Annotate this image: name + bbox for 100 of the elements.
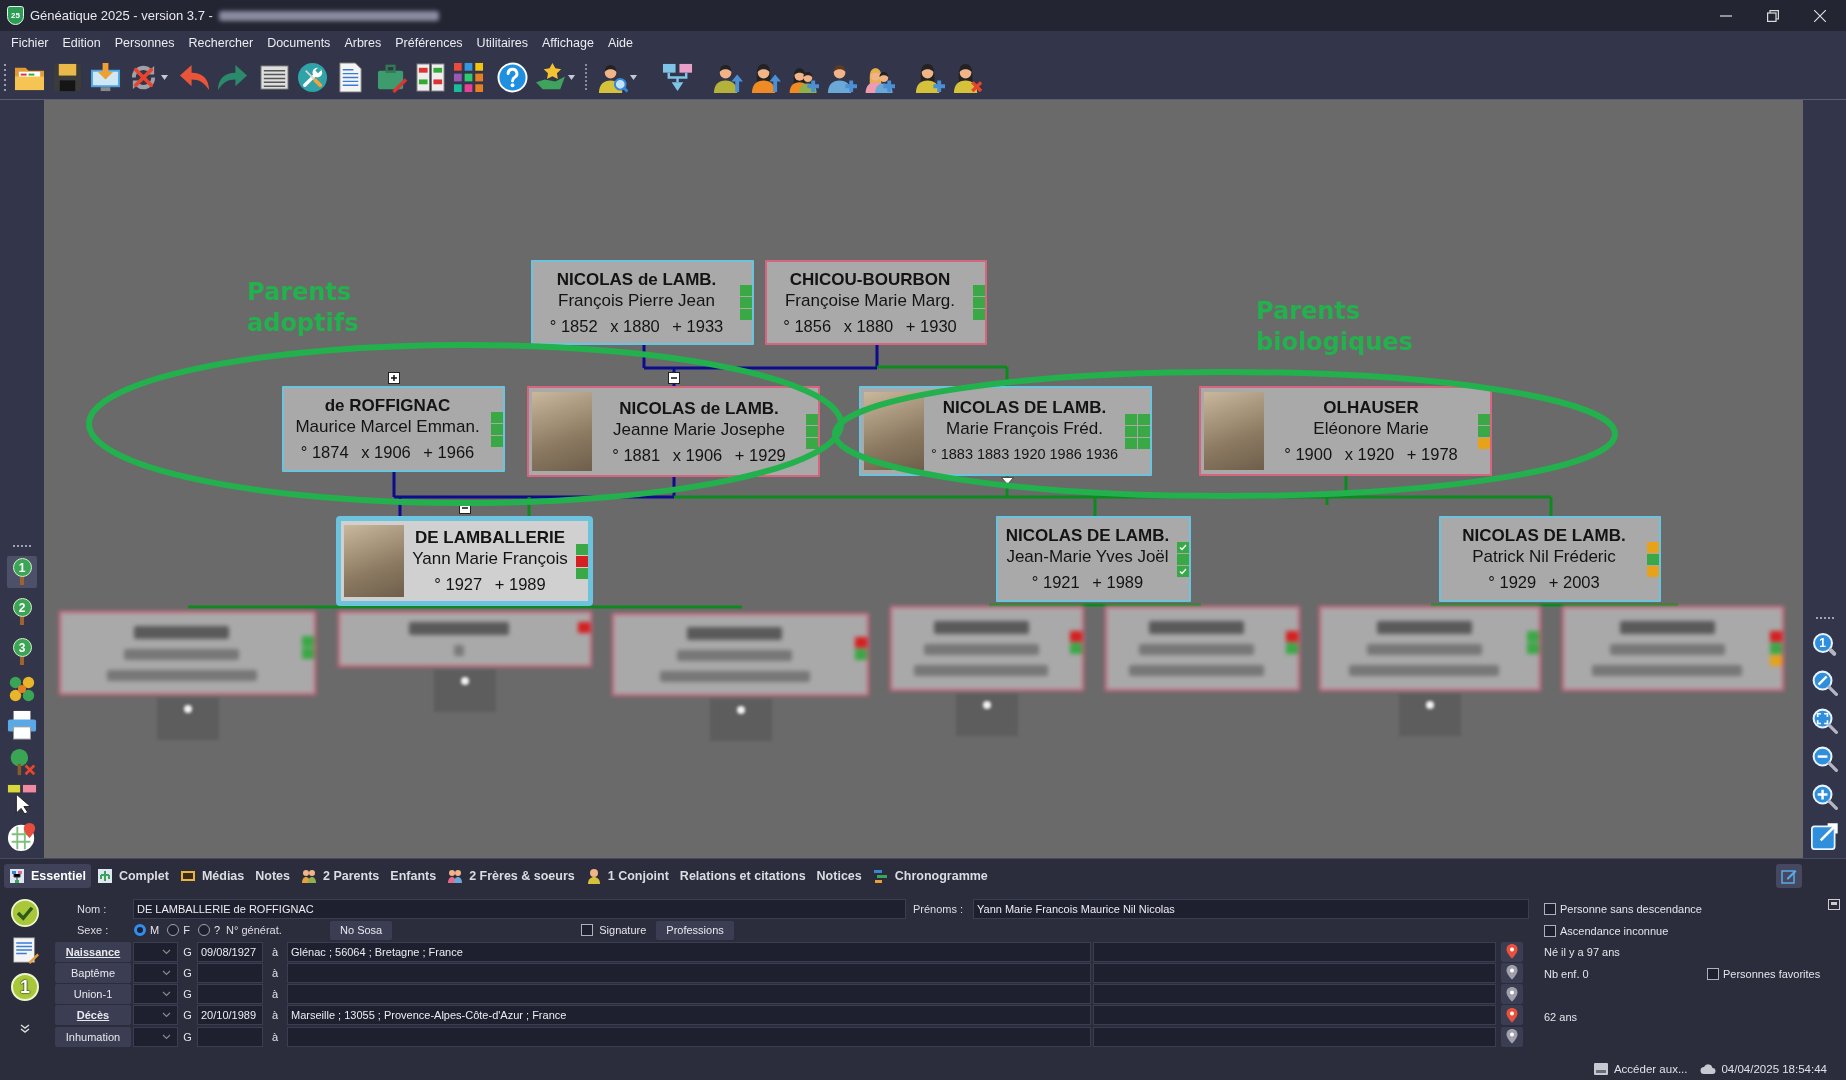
place-field[interactable] bbox=[287, 984, 1091, 1005]
person-card[interactable]: NICOLAS DE LAMB. Marie François Fréd. ° 1883 1883 1920 1986 1936 bbox=[859, 386, 1152, 476]
hierarchy-icon[interactable] bbox=[662, 61, 693, 93]
event-button[interactable]: Union-1 bbox=[55, 984, 131, 1005]
event-button[interactable]: Décès bbox=[55, 1005, 131, 1026]
person-card[interactable] bbox=[59, 611, 316, 695]
text-field[interactable] bbox=[1093, 984, 1496, 1005]
woman-add-icon[interactable] bbox=[914, 61, 945, 93]
plus-icon[interactable] bbox=[388, 372, 400, 384]
map-pin-button[interactable] bbox=[1501, 962, 1523, 983]
place-field[interactable]: Glénac ; 56064 ; Bretagne ; France bbox=[287, 941, 1091, 962]
minus-icon[interactable] bbox=[668, 372, 680, 384]
date-field[interactable] bbox=[197, 1026, 263, 1047]
check-circle-icon[interactable] bbox=[11, 899, 39, 927]
person-card[interactable] bbox=[1105, 606, 1300, 691]
dropdown-field[interactable] bbox=[133, 1026, 178, 1047]
person-card[interactable]: DE LAMBALLERIE Yann Marie François ° 1927 + 1989 bbox=[336, 516, 593, 606]
export-icon[interactable] bbox=[1810, 822, 1839, 850]
place-field[interactable] bbox=[287, 1026, 1091, 1047]
help-icon[interactable] bbox=[497, 61, 528, 93]
event-button[interactable]: Baptême bbox=[55, 962, 131, 983]
menu-item[interactable]: Rechercher bbox=[184, 36, 258, 50]
color-grid-icon[interactable] bbox=[453, 61, 484, 93]
tab[interactable]: Médias bbox=[174, 863, 250, 888]
tab[interactable]: Complet bbox=[91, 863, 174, 888]
surname-field[interactable]: DE LAMBALLERIE de ROFFIGNAC bbox=[133, 899, 906, 919]
cursor-boxes-icon[interactable] bbox=[7, 784, 37, 814]
person-card[interactable] bbox=[1319, 606, 1541, 691]
document-icon[interactable] bbox=[11, 936, 39, 964]
panel-icon[interactable] bbox=[1828, 899, 1840, 910]
chevrons-down-icon[interactable] bbox=[20, 1024, 30, 1034]
radio-button[interactable] bbox=[197, 924, 210, 937]
tab[interactable]: 1 Conjoint bbox=[580, 863, 674, 888]
checkbox[interactable] bbox=[1544, 903, 1556, 915]
menu-item[interactable]: Affichage bbox=[538, 36, 598, 50]
fit-to-screen-icon[interactable] bbox=[1811, 708, 1838, 734]
tab[interactable]: Chronogramme bbox=[867, 863, 993, 888]
wrench-screwdriver-icon[interactable] bbox=[297, 61, 328, 93]
edit-button[interactable] bbox=[1776, 863, 1802, 888]
person-card[interactable]: NICOLAS DE LAMB. Jean-Marie Yves Joël ° 1921 + 1989 bbox=[996, 516, 1191, 602]
person-card[interactable]: de ROFFIGNAC Maurice Marcel Emman. ° 1874 x 1906 + 1966 bbox=[282, 386, 505, 472]
save-icon[interactable] bbox=[52, 61, 83, 93]
dropdown-field[interactable] bbox=[133, 962, 178, 983]
person-card[interactable] bbox=[890, 606, 1084, 691]
text-field[interactable] bbox=[1093, 1026, 1496, 1047]
person-card[interactable]: OLHAUSER Eléonore Marie ° 1900 x 1920 + 1978 bbox=[1199, 386, 1492, 476]
woman-up-icon[interactable] bbox=[750, 61, 781, 93]
person-card[interactable] bbox=[338, 611, 592, 667]
tab[interactable]: Relations et citations bbox=[674, 863, 811, 888]
tab[interactable]: Enfants bbox=[385, 863, 442, 888]
map-pin-button[interactable] bbox=[1501, 984, 1523, 1005]
menu-item[interactable]: Arbres bbox=[340, 36, 386, 50]
person-card[interactable]: NICOLAS de LAMB. Jeanne Marie Josephe ° 1881 x 1906 + 1929 bbox=[527, 386, 820, 477]
text-field[interactable] bbox=[1093, 1005, 1496, 1026]
checkbox[interactable] bbox=[1544, 924, 1556, 937]
professions-button[interactable]: Professions bbox=[656, 920, 734, 940]
tab[interactable]: Notices bbox=[811, 863, 867, 888]
checkbox[interactable] bbox=[581, 924, 594, 937]
dropdown-field[interactable] bbox=[133, 1005, 178, 1026]
menu-item[interactable]: Préférences bbox=[391, 36, 467, 50]
event-button[interactable]: Naissance bbox=[55, 941, 131, 962]
place-field[interactable]: Marseille ; 13055 ; Provence-Alpes-Côte-d'Azur ; France bbox=[287, 1005, 1091, 1026]
date-field[interactable] bbox=[197, 962, 263, 983]
date-field[interactable]: 09/08/1927 bbox=[197, 941, 263, 962]
menu-item[interactable]: Utilitaires bbox=[472, 36, 532, 50]
text-field[interactable] bbox=[1093, 941, 1496, 962]
zoom-fit-icon[interactable] bbox=[1811, 670, 1838, 696]
dropdown-field[interactable] bbox=[133, 984, 178, 1005]
menu-item[interactable]: Fichier bbox=[7, 36, 53, 50]
text-field[interactable] bbox=[1093, 962, 1496, 983]
menu-item[interactable]: Edition bbox=[58, 36, 105, 50]
chart-document-icon[interactable] bbox=[415, 61, 446, 93]
zoom-in-icon[interactable] bbox=[1811, 784, 1838, 810]
event-button[interactable]: Inhumation bbox=[55, 1026, 131, 1047]
status-link[interactable]: Accéder aux... bbox=[1613, 1063, 1688, 1075]
woman-remove-icon[interactable] bbox=[952, 61, 983, 93]
caret-down-icon[interactable] bbox=[568, 74, 575, 80]
sosa-button[interactable]: No Sosa bbox=[330, 920, 393, 940]
map-pin-button[interactable] bbox=[1501, 941, 1523, 962]
caret-down-icon[interactable] bbox=[630, 74, 637, 80]
person-card[interactable] bbox=[612, 613, 869, 696]
map-pin-button[interactable] bbox=[1501, 1026, 1523, 1047]
tab[interactable]: Essentiel bbox=[4, 863, 91, 888]
caret-down-icon[interactable] bbox=[161, 74, 168, 80]
person-card[interactable]: NICOLAS de LAMB. François Pierre Jean ° 1852 x 1880 + 1933 bbox=[531, 260, 754, 345]
map-pin-button[interactable] bbox=[1501, 1005, 1523, 1026]
menu-item[interactable]: Documents bbox=[263, 36, 335, 50]
menu-item[interactable]: Personnes bbox=[110, 36, 179, 50]
person-card[interactable]: CHICOU-BOURBON Françoise Marie Marg. ° 1856 x 1880 + 1930 bbox=[765, 260, 987, 345]
printer-icon[interactable] bbox=[7, 710, 37, 740]
person-card[interactable] bbox=[1562, 606, 1784, 691]
date-field[interactable]: 20/10/1989 bbox=[197, 1005, 263, 1026]
date-field[interactable] bbox=[197, 984, 263, 1005]
tab[interactable]: 2 Frères & soeurs bbox=[442, 863, 580, 888]
place-field[interactable] bbox=[287, 962, 1091, 983]
triangle-icon[interactable] bbox=[1001, 477, 1014, 485]
menu-item[interactable]: Aide bbox=[603, 36, 637, 50]
radio-button[interactable] bbox=[167, 924, 180, 937]
person-card[interactable]: NICOLAS DE LAMB. Patrick Nil Fréderic ° 1929 + 2003 bbox=[1439, 516, 1661, 602]
close-icon[interactable] bbox=[1814, 9, 1826, 22]
